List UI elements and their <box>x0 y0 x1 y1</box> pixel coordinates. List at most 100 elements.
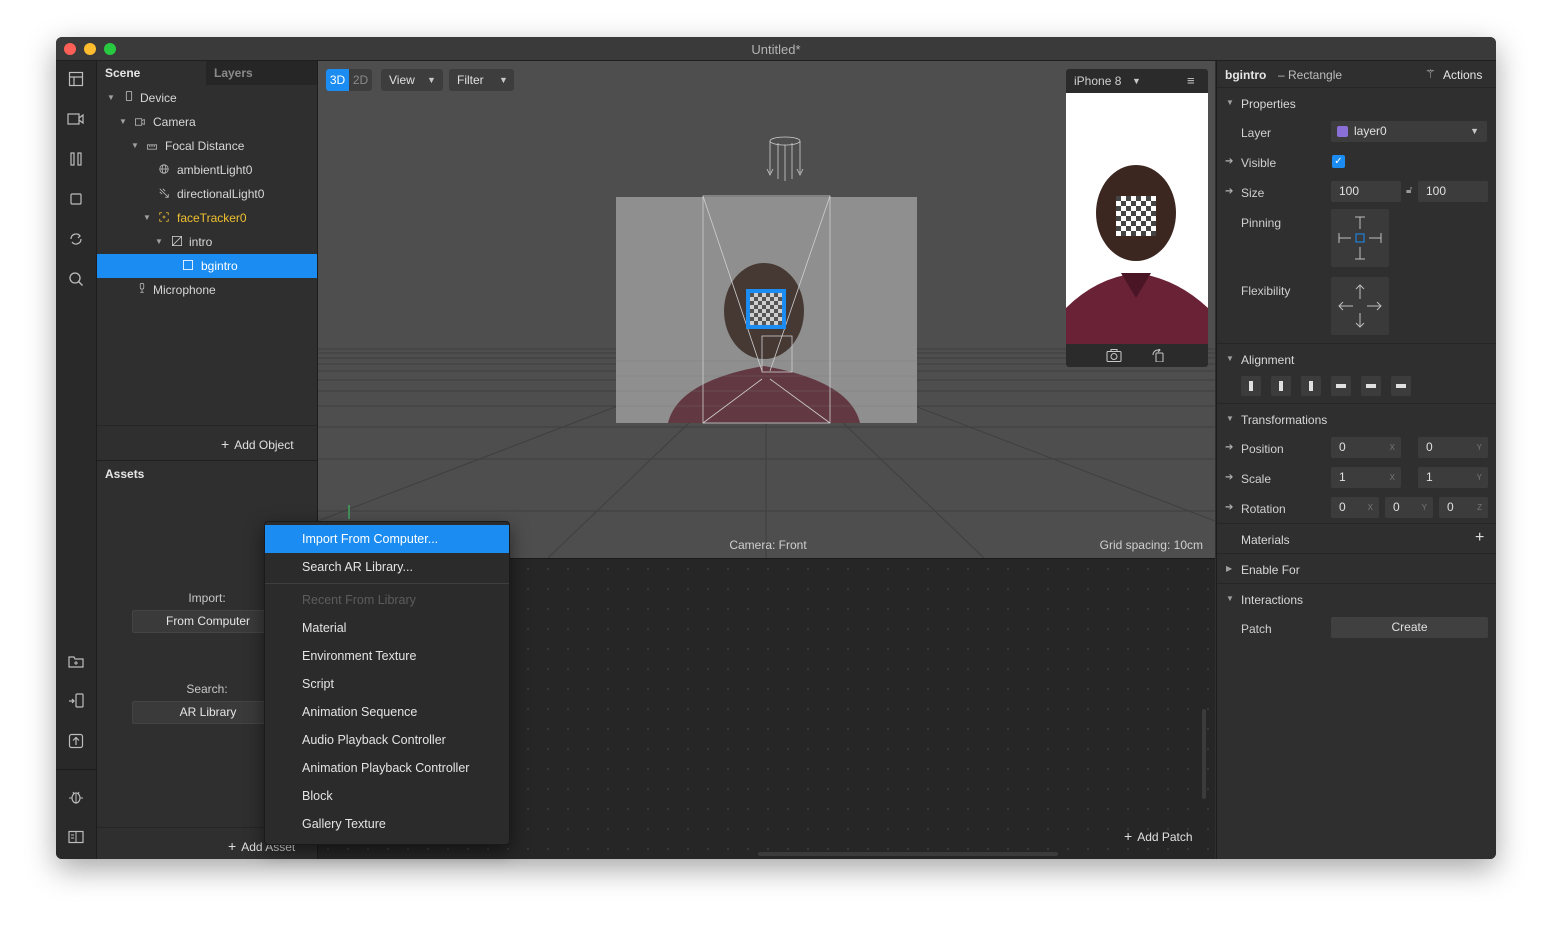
add-material-plus-icon[interactable]: + <box>1475 529 1484 547</box>
tree-item-device[interactable]: ▼ Device <box>97 86 317 110</box>
send-to-device-icon[interactable] <box>66 693 86 713</box>
pause-icon[interactable] <box>66 151 86 171</box>
video-icon[interactable] <box>66 111 86 131</box>
tree-item-intro[interactable]: ▼ intro <box>97 230 317 254</box>
bug-icon[interactable] <box>66 789 86 809</box>
horizontal-scrollbar[interactable] <box>758 852 1058 856</box>
scene-viewport[interactable]: 3D 2D View ▼ Filter ▼ Camera: Front Grid… <box>318 61 1215 558</box>
scale-row: ➔ Scale 1X 1Y <box>1217 463 1496 493</box>
device-simulator: iPhone 8 ▼ ≡ <box>1066 69 1208 367</box>
from-computer-button[interactable]: From Computer <box>132 610 284 633</box>
view-dropdown[interactable]: View ▼ <box>381 69 443 91</box>
tree-item-directional-light[interactable]: directionalLight0 <box>97 182 317 206</box>
camera-label: Camera: Front <box>729 538 807 552</box>
tree-item-bgintro[interactable]: bgintro <box>97 254 317 278</box>
rotation-x-input[interactable]: 0X <box>1331 497 1379 518</box>
properties-section-header[interactable]: ▼ Properties <box>1217 87 1496 118</box>
transformations-section-header[interactable]: ▼ Transformations <box>1217 403 1496 434</box>
keyframe-arrow-icon[interactable]: ➔ <box>1225 502 1233 513</box>
lock-icon[interactable]: 🔓︎ <box>1406 185 1412 196</box>
magic-wand-icon: ⚚ <box>1425 67 1436 81</box>
alignment-section-header[interactable]: ▼ Alignment <box>1217 343 1496 374</box>
visible-checkbox[interactable]: ✓ <box>1332 155 1345 168</box>
menu-item-block[interactable]: Block <box>265 782 509 810</box>
position-y-input[interactable]: 0Y <box>1418 437 1488 458</box>
keyframe-arrow-icon[interactable]: ➔ <box>1225 156 1233 167</box>
add-object-button[interactable]: + Add Object <box>221 436 294 452</box>
menu-item-audio-playback-controller[interactable]: Audio Playback Controller <box>265 726 509 754</box>
menu-item-material[interactable]: Material <box>265 614 509 642</box>
position-x-input[interactable]: 0X <box>1331 437 1401 458</box>
interactions-section-header[interactable]: ▼ Interactions <box>1217 583 1496 614</box>
align-right-button[interactable] <box>1301 376 1321 396</box>
keyframe-arrow-icon[interactable]: ➔ <box>1225 186 1233 197</box>
tab-layers[interactable]: Layers <box>207 61 317 85</box>
microphone-icon <box>139 283 145 293</box>
new-folder-icon[interactable] <box>66 653 86 673</box>
create-patch-button[interactable]: Create <box>1331 617 1488 638</box>
menu-icon[interactable]: ≡ <box>1187 69 1195 93</box>
enable-for-section-header[interactable]: ▶ Enable For <box>1217 553 1496 584</box>
tab-scene[interactable]: Scene <box>97 61 206 85</box>
filter-dropdown[interactable]: Filter ▼ <box>449 69 514 91</box>
object-type: – Rectangle <box>1278 68 1343 82</box>
menu-item-animation-playback-controller[interactable]: Animation Playback Controller <box>265 754 509 782</box>
mode-2d-button[interactable]: 2D <box>349 69 372 91</box>
rotation-y-input[interactable]: 0Y <box>1385 497 1433 518</box>
capture-icon[interactable] <box>1106 349 1122 362</box>
menu-item-gallery-texture[interactable]: Gallery Texture <box>265 810 509 838</box>
size-row: ➔ Size 100 🔓︎ 100 <box>1217 177 1496 207</box>
menu-item-animation-sequence[interactable]: Animation Sequence <box>265 698 509 726</box>
size-height-input[interactable]: 100 <box>1418 181 1488 202</box>
flexibility-row: Flexibility <box>1217 275 1496 343</box>
flexibility-control[interactable] <box>1331 277 1389 335</box>
menu-item-search-ar-library[interactable]: Search AR Library... <box>265 553 509 581</box>
add-object-bar: + Add Object <box>97 425 317 462</box>
menu-item-import-from-computer[interactable]: Import From Computer... <box>265 525 509 553</box>
stop-icon[interactable] <box>66 191 86 211</box>
mode-3d-button[interactable]: 3D <box>326 69 349 91</box>
refresh-icon[interactable] <box>66 231 86 251</box>
tree-item-focal-distance[interactable]: ▼ Focal Distance <box>97 134 317 158</box>
ruler-icon <box>147 144 157 150</box>
pinning-control[interactable] <box>1331 209 1389 267</box>
console-icon[interactable] <box>66 829 86 849</box>
scale-x-input[interactable]: 1X <box>1331 467 1401 488</box>
size-width-input[interactable]: 100 <box>1331 181 1401 202</box>
keyframe-arrow-icon[interactable]: ➔ <box>1225 442 1233 453</box>
simulator-toolbar <box>1066 344 1208 367</box>
rotation-z-input[interactable]: 0Z <box>1439 497 1488 518</box>
scale-y-input[interactable]: 1Y <box>1418 467 1488 488</box>
layout-icon[interactable] <box>66 71 86 91</box>
simulator-screen[interactable] <box>1066 93 1208 344</box>
canvas-icon <box>172 236 182 246</box>
actions-button[interactable]: Actions <box>1443 68 1482 82</box>
keyframe-arrow-icon[interactable]: ➔ <box>1225 472 1233 483</box>
tree-item-ambient-light[interactable]: ambientLight0 <box>97 158 317 182</box>
tree-item-camera[interactable]: ▼ Camera <box>97 110 317 134</box>
face-tracker-icon <box>159 212 169 222</box>
assets-title: Assets <box>105 467 145 481</box>
align-top-button[interactable] <box>1331 376 1351 396</box>
align-left-button[interactable] <box>1241 376 1261 396</box>
tree-item-face-tracker[interactable]: ▼ faceTracker0 <box>97 206 317 230</box>
chevron-down-icon: ▼ <box>1132 76 1141 86</box>
ar-library-button[interactable]: AR Library <box>132 701 284 724</box>
materials-section-header[interactable]: Materials + <box>1217 523 1496 554</box>
tree-item-microphone[interactable]: Microphone <box>97 278 317 302</box>
scene-tabs: Scene Layers <box>97 61 317 85</box>
search-icon[interactable] <box>66 271 86 291</box>
menu-item-script[interactable]: Script <box>265 670 509 698</box>
menu-item-environment-texture[interactable]: Environment Texture <box>265 642 509 670</box>
align-center-button[interactable] <box>1271 376 1291 396</box>
align-bottom-button[interactable] <box>1391 376 1411 396</box>
layer-select[interactable]: layer0 ▼ <box>1331 121 1487 142</box>
add-patch-button[interactable]: + Add Patch <box>1124 828 1193 844</box>
rotate-device-icon[interactable] <box>1152 349 1166 362</box>
align-middle-button[interactable] <box>1361 376 1381 396</box>
device-selector[interactable]: iPhone 8 <box>1074 69 1121 93</box>
upload-icon[interactable] <box>66 733 86 753</box>
inspector-panel: bgintro – Rectangle ⚚ Actions ▼ Propertie… <box>1216 61 1496 859</box>
vertical-scrollbar[interactable] <box>1202 709 1206 799</box>
globe-icon <box>159 164 169 174</box>
